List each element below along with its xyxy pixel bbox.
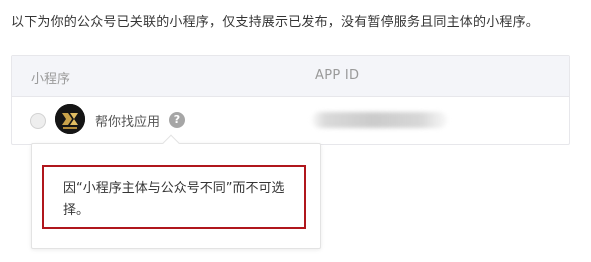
app-logo-icon [55,104,85,134]
highlight-box: 因“小程序主体与公众号不同”而不可选择。 [42,165,306,229]
table-row: 帮你找应用 ? [12,97,569,145]
mini-program-name: 帮你找应用 [95,115,161,130]
column-header-app-id: APP ID [315,68,360,83]
question-mark-icon[interactable]: ? [169,112,185,128]
app-id-value-blurred [312,112,447,128]
tooltip-text: 因“小程序主体与公众号不同”而不可选择。 [63,181,285,218]
mini-program-table: 小程序 APP ID 帮你找应用 ? [11,55,570,145]
mini-program-select-panel: 以下为你的公众号已关联的小程序，仅支持展示已发布，没有暂停服务且同主体的小程序。… [0,0,591,262]
table-header: 小程序 APP ID [12,56,569,97]
column-header-mini-program: 小程序 [31,72,71,87]
select-radio[interactable] [30,113,46,129]
disabled-reason-tooltip: 因“小程序主体与公众号不同”而不可选择。 [31,134,321,249]
intro-text: 以下为你的公众号已关联的小程序，仅支持展示已发布，没有暂停服务且同主体的小程序。 [11,15,540,30]
